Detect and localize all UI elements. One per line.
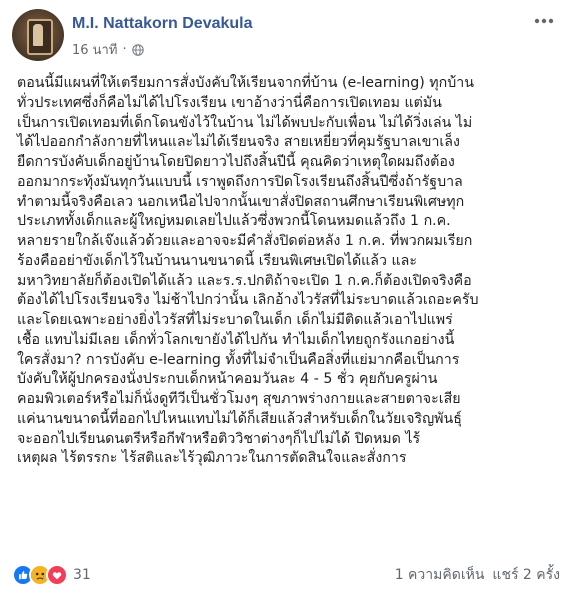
post-text-line: ต้องได้ไปโรงเรียนจริง ไม่ช้าไปกว่านั้น เ… [17,292,479,309]
post-text-line: หลายรายใกล้เจ๊งแล้วด้วยและอาจจะมีคำสั่งป… [17,233,473,249]
more-dots-icon [534,18,554,24]
more-options-button[interactable] [530,11,558,31]
engagement-stats: 1 ความคิดเห็น แชร์ 2 ครั้ง [395,564,560,586]
post-text-line: ออกมากระทุ้งมันทุกวันแบบนี้ เราพูดถึงการ… [17,173,463,190]
comments-count-link[interactable]: 1 ความคิดเห็น [395,564,485,586]
post-timestamp[interactable]: 16 นาที [72,39,117,60]
post-text-line: แค่นานขนาดนี้ที่ออกไปไหนแทบไม่ได้ก็เสียแ… [17,410,462,427]
post-text-line: คอมพิวเตอร์หรือไม่ก็นั่งดูทีวีเป็นชั่วโม… [17,391,461,407]
post-text-line: เชื้อ แทบไม่มีเลย เด็กทั่วโลกเขายังได้ไป… [17,331,455,348]
avatar-figure [33,24,43,46]
post-text-line: จะออกไปเรียนดนตรีหรือกีฬาหรือติววิชาต่าง… [17,430,421,447]
post-body: ตอนนี้มีแผนที่ให้เตรียมการสั่งบังคับให้เ… [17,74,562,469]
globe-icon [131,43,144,56]
avatar[interactable] [12,9,64,61]
meta-separator: · [122,42,127,57]
reaction-count: 31 [73,567,91,583]
love-icon [46,564,68,586]
reactions-summary[interactable]: 31 [12,564,91,586]
post-text-line: ประเภททั้งเด็กและผู้ใหญ่หมดเลยไปแล้วซึ่ง… [17,213,451,230]
post-text-line: ร้องคืออย่าขังเด็กไว้ในบ้านนานขนาดนี้ เร… [17,252,417,269]
post-text-line: ได้ไปออกกำลังกายที่ไหนและไม่ได้เรียนจริง… [17,134,460,151]
post-text-line: ทั่วประเทศซึ่งก็คือไม่ได้ไปโรงเรียน เขาอ… [17,94,442,111]
post-text-line: บังคับให้ผู้ปกครองนั่งประกบเด็กหน้าคอมวั… [17,371,438,388]
author-name[interactable]: M.I. Nattakorn Devakula [72,15,253,33]
post-text-line: ทำตามนี้จริงคือเลว นอกเหนือไปจากนั้นเขาส… [17,193,465,210]
post-text-line: ตอนนี้มีแผนที่ให้เตรียมการสั่งบังคับให้เ… [17,75,474,91]
post-text-line: ใครสั่งมา? การบังคับ e-learning ทั้งที่ไ… [17,351,460,368]
facebook-post: M.I. Nattakorn Devakula 16 นาที · ตอนนี้… [0,0,572,597]
post-footer: 31 1 ความคิดเห็น แชร์ 2 ครั้ง [12,563,560,587]
post-header: M.I. Nattakorn Devakula 16 นาที · [12,9,560,65]
post-text-line: และโดยเฉพาะอย่างยิ่งไวรัสที่ไม่ระบาดในเด… [17,312,453,328]
post-text-line: เป็นการเปิดเทอมที่เด็กโดนขังไว้ในบ้าน ไม… [17,114,473,131]
post-text-line: เหตุผล ไร้ตรรกะ ไร้สติและไร้วุฒิภาวะในกา… [17,450,407,467]
post-meta: 16 นาที · [72,39,144,60]
post-text-line: ยืดการบังคับเด็กอยู่บ้านโดยปิดยาวไปถึงสิ… [17,154,455,170]
shares-count-link[interactable]: แชร์ 2 ครั้ง [492,564,560,586]
post-text-line: มหาวิทยาลัยก็ต้องเปิดได้แล้ว และร.ร.ปกติ… [17,272,472,289]
